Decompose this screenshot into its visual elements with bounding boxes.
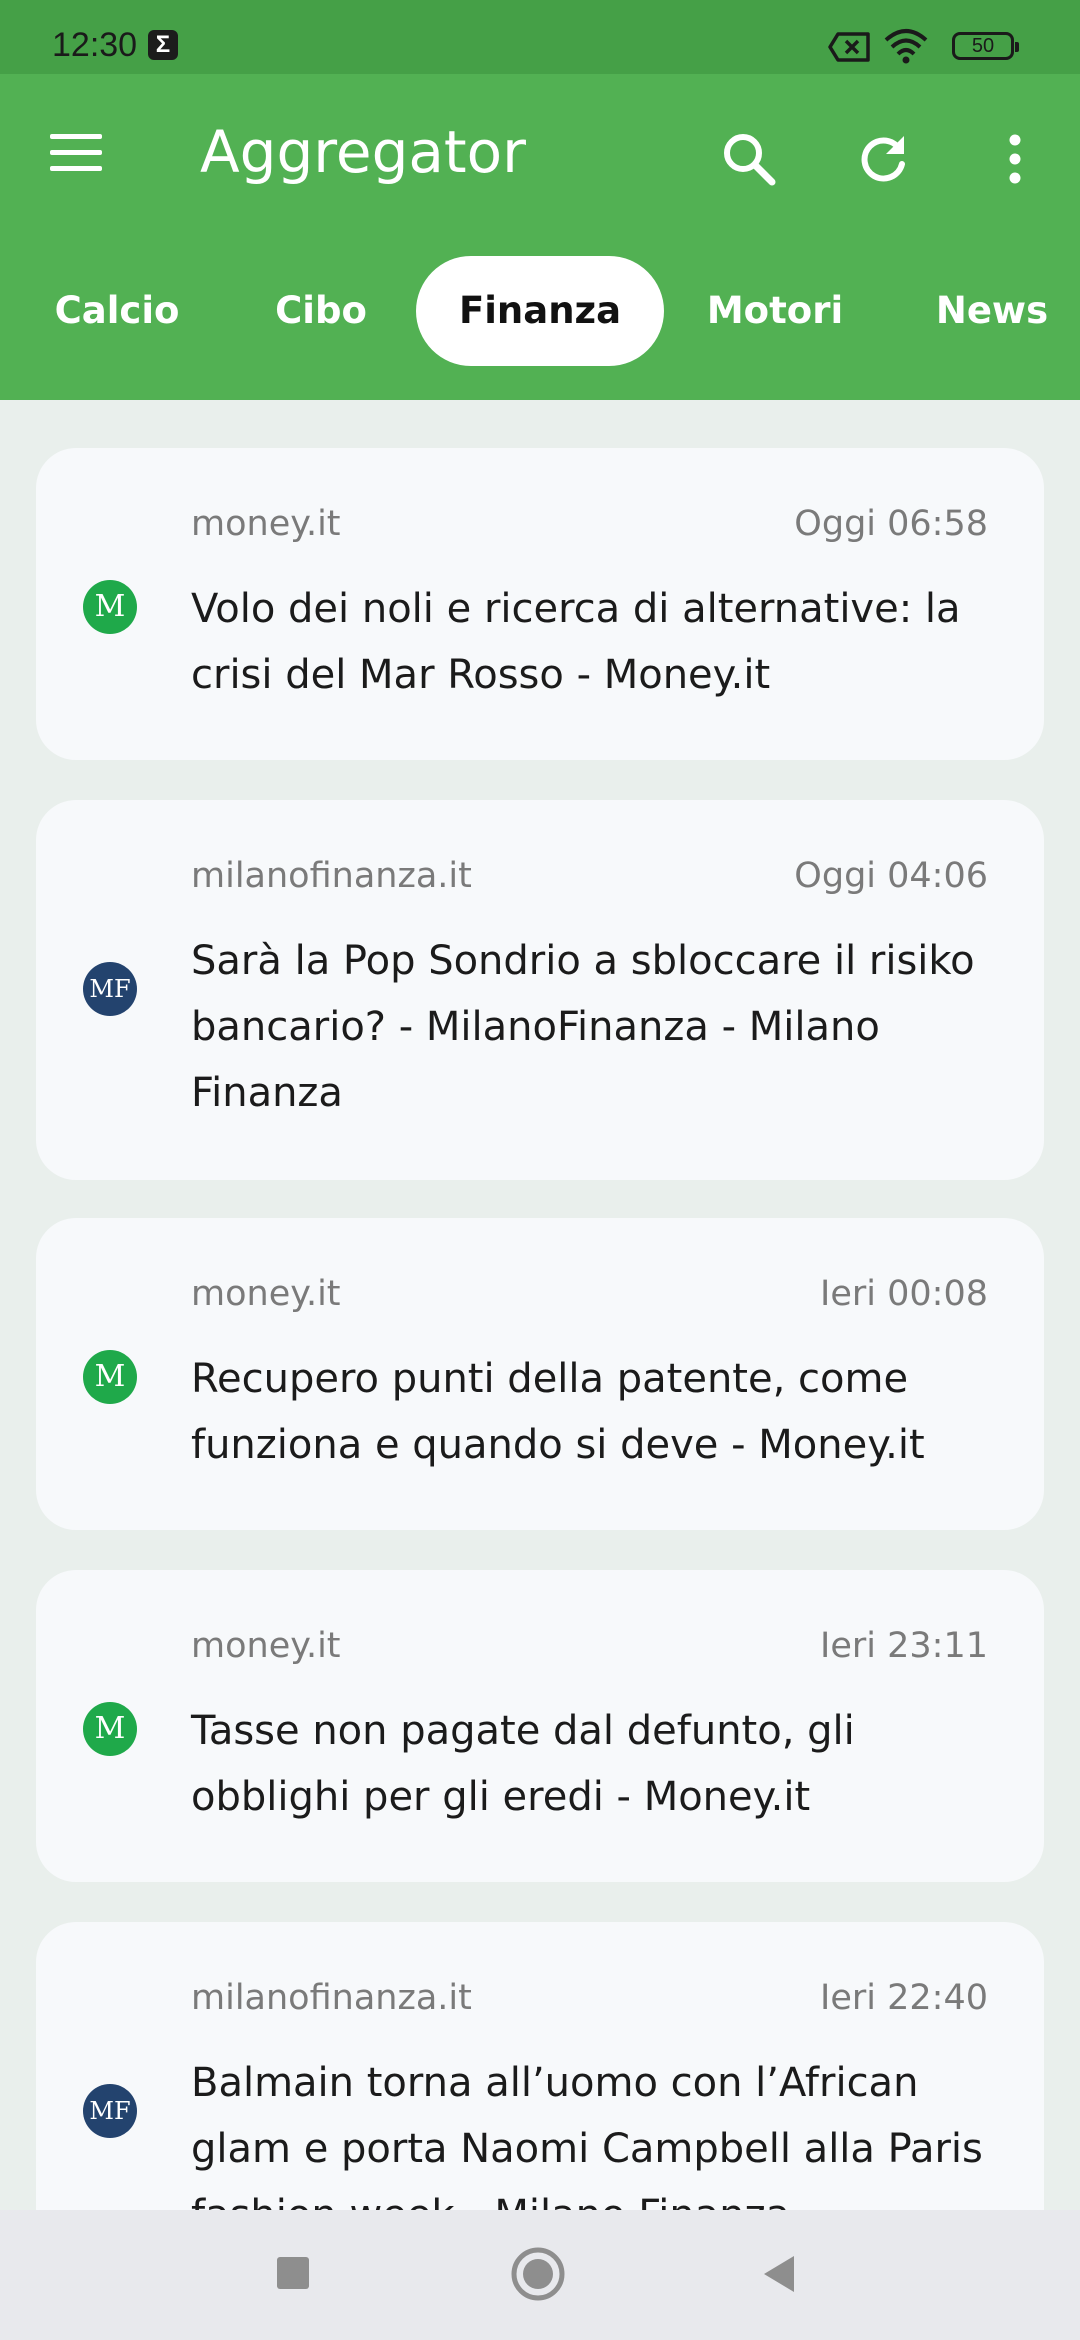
news-source: money.it — [191, 504, 341, 544]
money-it-logo: M — [83, 1702, 137, 1756]
back-icon[interactable] — [760, 2254, 798, 2294]
news-date: Ieri 00:08 — [820, 1274, 988, 1314]
news-list[interactable]: M money.it Oggi 06:58 Volo dei noli e ri… — [0, 400, 1080, 2210]
news-date: Ieri 22:40 — [820, 1978, 988, 2018]
battery-icon: 50 — [952, 32, 1019, 60]
news-source: money.it — [191, 1274, 341, 1314]
news-source: money.it — [191, 1626, 341, 1666]
category-tabs: Calcio Cibo Finanza Motori News — [0, 256, 1080, 366]
tab-cibo[interactable]: Cibo — [246, 256, 396, 366]
milanofinanza-logo: MF — [83, 2084, 137, 2138]
money-it-logo: M — [83, 1350, 137, 1404]
refresh-icon[interactable] — [848, 124, 918, 194]
news-source: milanofinanza.it — [191, 856, 472, 896]
status-bar: 12:30 Σ 50 — [0, 0, 1080, 74]
no-sim-icon — [828, 32, 870, 62]
tab-finanza[interactable]: Finanza — [416, 256, 664, 366]
menu-icon[interactable] — [50, 134, 102, 186]
tab-news[interactable]: News — [922, 256, 1062, 366]
more-options-icon[interactable] — [980, 124, 1050, 194]
tab-motori[interactable]: Motori — [700, 256, 850, 366]
home-icon[interactable] — [510, 2246, 566, 2302]
news-card[interactable]: M money.it Ieri 23:11 Tasse non pagate d… — [36, 1570, 1044, 1882]
system-nav-bar — [0, 2210, 1080, 2340]
news-card[interactable]: M money.it Ieri 00:08 Recupero punti del… — [36, 1218, 1044, 1530]
news-headline: Sarà la Pop Sondrio a sbloccare il risik… — [191, 938, 975, 1116]
recents-icon[interactable] — [276, 2256, 310, 2290]
app-bar: Aggregator Calcio Cibo Finanza Motori Ne… — [0, 74, 1080, 400]
wifi-icon — [884, 29, 928, 64]
news-headline: Volo dei noli e ricerca di alternative: … — [191, 586, 961, 698]
battery-level: 50 — [971, 35, 995, 57]
news-headline: Tasse non pagate dal defunto, gli obblig… — [191, 1708, 855, 1820]
news-card[interactable]: MF milanofinanza.it Oggi 04:06 Sarà la P… — [36, 800, 1044, 1180]
news-card[interactable]: MF milanofinanza.it Ieri 22:40 Balmain t… — [36, 1922, 1044, 2210]
news-date: Ieri 23:11 — [820, 1626, 988, 1666]
status-time: 12:30 — [52, 26, 138, 64]
news-headline: Balmain torna all’uomo con l’African gla… — [191, 2060, 983, 2210]
tab-calcio[interactable]: Calcio — [40, 256, 194, 366]
money-it-logo: M — [83, 580, 137, 634]
news-card[interactable]: M money.it Oggi 06:58 Volo dei noli e ri… — [36, 448, 1044, 760]
news-date: Oggi 04:06 — [794, 856, 988, 896]
milanofinanza-logo: MF — [83, 962, 137, 1016]
news-headline: Recupero punti della patente, come funzi… — [191, 1356, 925, 1468]
sigma-notification-icon: Σ — [148, 30, 178, 60]
news-source: milanofinanza.it — [191, 1978, 472, 2018]
app-title: Aggregator — [200, 118, 526, 186]
search-icon[interactable] — [714, 124, 784, 194]
news-date: Oggi 06:58 — [794, 504, 988, 544]
